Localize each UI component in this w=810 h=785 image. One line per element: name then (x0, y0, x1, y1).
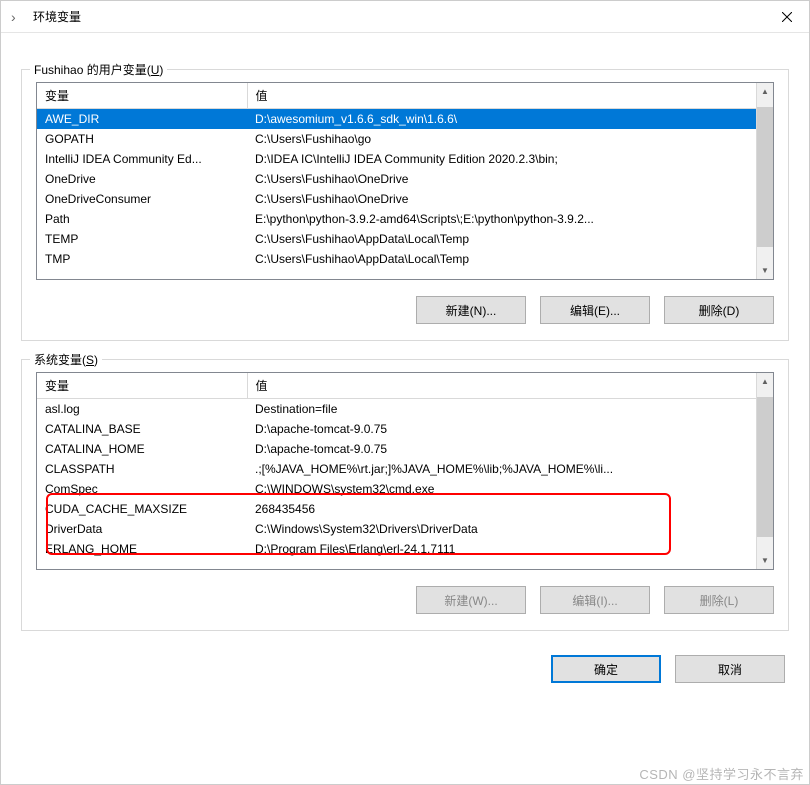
cell-var: CUDA_CACHE_MAXSIZE (37, 499, 247, 519)
cell-var: AWE_DIR (37, 109, 247, 130)
dialog-content: Fushihao 的用户变量(U) 变量 值 AWE_DIRD:\awesomi… (1, 33, 809, 784)
cell-val: 268435456 (247, 499, 756, 519)
cell-val: E:\python\python-3.9.2-amd64\Scripts\;E:… (247, 209, 756, 229)
sys-scrollbar[interactable]: ▲ ▼ (756, 373, 773, 569)
user-vars-group: Fushihao 的用户变量(U) 变量 值 AWE_DIRD:\awesomi… (21, 69, 789, 341)
cell-val: C:\Users\Fushihao\AppData\Local\Temp (247, 229, 756, 249)
cell-var: CATALINA_BASE (37, 419, 247, 439)
env-vars-dialog: › 环境变量 Fushihao 的用户变量(U) 变量 值 (0, 0, 810, 785)
table-row[interactable]: GOPATHC:\Users\Fushihao\go (37, 129, 756, 149)
cell-var: OneDrive (37, 169, 247, 189)
titlebar: › 环境变量 (1, 1, 809, 33)
scroll-down-icon[interactable]: ▼ (757, 262, 773, 279)
cell-val: D:\IDEA IC\IntelliJ IDEA Community Editi… (247, 149, 756, 169)
sys-edit-button[interactable]: 编辑(I)... (540, 586, 650, 614)
cell-var: CLASSPATH (37, 459, 247, 479)
table-row[interactable]: ComSpecC:\WINDOWS\system32\cmd.exe (37, 479, 756, 499)
cell-var: Path (37, 209, 247, 229)
sys-delete-button[interactable]: 删除(L) (664, 586, 774, 614)
user-vars-label: Fushihao 的用户变量(U) (30, 61, 167, 78)
table-row[interactable]: asl.logDestination=file (37, 399, 756, 420)
cell-val: D:\apache-tomcat-9.0.75 (247, 419, 756, 439)
table-row[interactable]: OneDriveC:\Users\Fushihao\OneDrive (37, 169, 756, 189)
cell-var: asl.log (37, 399, 247, 420)
cancel-button[interactable]: 取消 (675, 655, 785, 683)
table-row[interactable]: TEMPC:\Users\Fushihao\AppData\Local\Temp (37, 229, 756, 249)
cell-var: ComSpec (37, 479, 247, 499)
cell-var: TMP (37, 249, 247, 269)
scroll-thumb[interactable] (757, 397, 773, 537)
table-row[interactable]: DriverDataC:\Windows\System32\Drivers\Dr… (37, 519, 756, 539)
user-scrollbar[interactable]: ▲ ▼ (756, 83, 773, 279)
sys-vars-table-wrap: 变量 值 asl.logDestination=fileCATALINA_BAS… (36, 372, 774, 570)
user-new-button[interactable]: 新建(N)... (416, 296, 526, 324)
scroll-thumb[interactable] (757, 107, 773, 247)
close-icon (782, 12, 792, 22)
cell-val: D:\awesomium_v1.6.6_sdk_win\1.6.6\ (247, 109, 756, 130)
back-arrow-icon: › (11, 9, 27, 25)
sys-new-button[interactable]: 新建(W)... (416, 586, 526, 614)
sys-vars-group: 系统变量(S) 变量 值 asl.logDestination=fileCATA… (21, 359, 789, 631)
cell-val: C:\Windows\System32\Drivers\DriverData (247, 519, 756, 539)
cell-val: Destination=file (247, 399, 756, 420)
cell-var: ERLANG_HOME (37, 539, 247, 559)
sys-vars-table: 变量 值 asl.logDestination=fileCATALINA_BAS… (37, 373, 756, 559)
window-title: 环境变量 (33, 8, 81, 25)
user-col-var[interactable]: 变量 (37, 83, 247, 109)
close-button[interactable] (764, 1, 809, 33)
cell-val: D:\apache-tomcat-9.0.75 (247, 439, 756, 459)
cell-var: OneDriveConsumer (37, 189, 247, 209)
cell-var: IntelliJ IDEA Community Ed... (37, 149, 247, 169)
footer-buttons: 确定 取消 (21, 655, 789, 683)
ok-button[interactable]: 确定 (551, 655, 661, 683)
table-row[interactable]: AWE_DIRD:\awesomium_v1.6.6_sdk_win\1.6.6… (37, 109, 756, 130)
cell-var: DriverData (37, 519, 247, 539)
user-col-val[interactable]: 值 (247, 83, 756, 109)
user-edit-button[interactable]: 编辑(E)... (540, 296, 650, 324)
user-vars-table: 变量 值 AWE_DIRD:\awesomium_v1.6.6_sdk_win\… (37, 83, 756, 269)
user-delete-button[interactable]: 删除(D) (664, 296, 774, 324)
table-row[interactable]: IntelliJ IDEA Community Ed...D:\IDEA IC\… (37, 149, 756, 169)
cell-val: C:\Users\Fushihao\OneDrive (247, 169, 756, 189)
user-vars-table-wrap: 变量 值 AWE_DIRD:\awesomium_v1.6.6_sdk_win\… (36, 82, 774, 280)
sys-vars-label: 系统变量(S) (30, 351, 102, 368)
cell-val: C:\Users\Fushihao\OneDrive (247, 189, 756, 209)
table-row[interactable]: PathE:\python\python-3.9.2-amd64\Scripts… (37, 209, 756, 229)
sys-col-var[interactable]: 变量 (37, 373, 247, 399)
table-row[interactable]: CLASSPATH.;[%JAVA_HOME%\rt.jar;]%JAVA_HO… (37, 459, 756, 479)
cell-val: .;[%JAVA_HOME%\rt.jar;]%JAVA_HOME%\lib;%… (247, 459, 756, 479)
user-buttons: 新建(N)... 编辑(E)... 删除(D) (36, 296, 774, 324)
table-row[interactable]: ERLANG_HOMED:\Program Files\Erlang\erl-2… (37, 539, 756, 559)
table-row[interactable]: CATALINA_HOMED:\apache-tomcat-9.0.75 (37, 439, 756, 459)
table-row[interactable]: TMPC:\Users\Fushihao\AppData\Local\Temp (37, 249, 756, 269)
cell-var: TEMP (37, 229, 247, 249)
cell-var: CATALINA_HOME (37, 439, 247, 459)
scroll-up-icon[interactable]: ▲ (757, 83, 773, 100)
cell-val: C:\Users\Fushihao\go (247, 129, 756, 149)
sys-vars-table-scroll[interactable]: 变量 值 asl.logDestination=fileCATALINA_BAS… (37, 373, 756, 569)
table-row[interactable]: CATALINA_BASED:\apache-tomcat-9.0.75 (37, 419, 756, 439)
scroll-up-icon[interactable]: ▲ (757, 373, 773, 390)
user-vars-table-scroll[interactable]: 变量 值 AWE_DIRD:\awesomium_v1.6.6_sdk_win\… (37, 83, 756, 279)
cell-val: C:\Users\Fushihao\AppData\Local\Temp (247, 249, 756, 269)
table-row[interactable]: OneDriveConsumerC:\Users\Fushihao\OneDri… (37, 189, 756, 209)
cell-val: C:\WINDOWS\system32\cmd.exe (247, 479, 756, 499)
sys-buttons: 新建(W)... 编辑(I)... 删除(L) (36, 586, 774, 614)
table-row[interactable]: CUDA_CACHE_MAXSIZE268435456 (37, 499, 756, 519)
cell-var: GOPATH (37, 129, 247, 149)
cell-val: D:\Program Files\Erlang\erl-24.1.7111 (247, 539, 756, 559)
scroll-down-icon[interactable]: ▼ (757, 552, 773, 569)
sys-col-val[interactable]: 值 (247, 373, 756, 399)
